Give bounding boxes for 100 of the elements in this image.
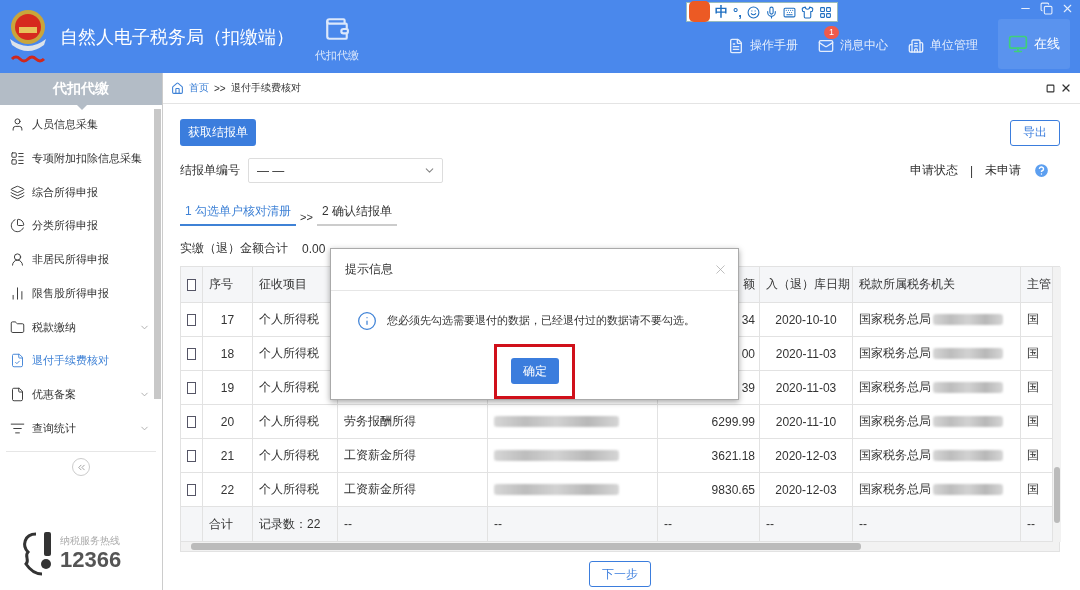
table-cell: 工资薪金所得 <box>338 473 488 507</box>
sidebar-item[interactable]: 人员信息采集 <box>0 108 162 142</box>
table-cell: 21 <box>203 439 253 473</box>
column-header: 主管 <box>1021 267 1053 303</box>
row-checkbox[interactable] <box>187 483 196 496</box>
help-icon[interactable] <box>1033 162 1050 179</box>
field-label: 结报单编号 <box>180 162 240 179</box>
table-cell: 国家税务总局 <box>859 379 931 396</box>
footer-cell: -- <box>338 507 488 542</box>
emoji-icon[interactable] <box>746 5 760 19</box>
table-cell: 6299.99 <box>658 405 760 439</box>
table-cell: 个人所得税 <box>253 473 338 507</box>
sidebar-item[interactable]: 退付手续费核对 <box>0 343 162 378</box>
sidebar-item[interactable]: 分类所得申报 <box>0 209 162 243</box>
table-cell: 9830.65 <box>658 473 760 507</box>
table-cell: 工资薪金所得 <box>338 439 488 473</box>
menu-icon <box>10 252 25 268</box>
table-cell: 2020-11-10 <box>760 405 853 439</box>
pointer-notch-icon <box>77 105 87 110</box>
sidebar-item[interactable]: 综合所得申报 <box>0 175 162 210</box>
step-tab[interactable]: 2 确认结报单 <box>316 203 397 226</box>
blurred-text <box>933 484 1003 495</box>
keyboard-icon[interactable] <box>782 5 796 19</box>
grid-icon[interactable] <box>818 5 832 19</box>
maximize-icon[interactable] <box>1046 83 1055 93</box>
status-separator: | <box>969 163 973 178</box>
table-cell: 国家税务总局 <box>859 481 931 498</box>
confirm-button[interactable]: 确定 <box>510 358 559 385</box>
column-header: 序号 <box>203 267 253 303</box>
table-cell: 国 <box>1021 303 1053 337</box>
column-header: 税款所属税务机关 <box>853 267 1021 303</box>
microphone-icon[interactable] <box>764 5 778 19</box>
row-checkbox[interactable] <box>187 415 196 428</box>
footer-cell: -- <box>1021 507 1053 542</box>
shirt-icon[interactable] <box>800 5 814 19</box>
table-cell: 国 <box>1021 371 1053 405</box>
table-cell: 国家税务总局 <box>859 413 931 430</box>
home-icon <box>171 81 184 95</box>
menu-icon <box>10 218 25 234</box>
scrollbar[interactable] <box>181 542 1059 551</box>
menu-icon <box>10 184 25 200</box>
notification-badge: 1 <box>824 26 839 39</box>
header-link[interactable]: 操作手册 <box>728 26 798 56</box>
scrollbar[interactable] <box>1053 267 1061 542</box>
step-separator: >> <box>300 211 313 225</box>
blurred-text <box>933 416 1003 427</box>
sidebar-item[interactable]: 税款缴纳 <box>0 310 162 344</box>
row-checkbox[interactable] <box>187 313 196 326</box>
blurred-text <box>933 348 1003 359</box>
footer-cell: -- <box>853 507 1021 542</box>
window-title: 自然人电子税务局（扣缴端） <box>60 25 295 49</box>
row-checkbox[interactable] <box>187 347 196 360</box>
restore-icon[interactable] <box>1040 2 1053 15</box>
export-button[interactable]: 导出 <box>1010 119 1060 146</box>
row-checkbox[interactable] <box>187 381 196 394</box>
table-cell: 2020-12-03 <box>760 473 853 507</box>
ime-punctuation[interactable]: °, <box>733 4 742 20</box>
footer-cell: -- <box>658 507 760 542</box>
close-icon[interactable] <box>1060 82 1072 94</box>
status-label: 申请状态 <box>909 162 958 179</box>
footer-cell: -- <box>760 507 853 542</box>
ime-mode[interactable]: 中 <box>715 3 728 21</box>
sidebar-item[interactable]: 专项附加扣除信息采集 <box>0 141 162 176</box>
online-status-button[interactable]: 在线 <box>998 19 1070 69</box>
dialog-title: 提示信息 <box>345 260 393 278</box>
sidebar-item[interactable]: 非居民所得申报 <box>0 242 162 277</box>
mail-icon <box>818 38 834 54</box>
footer-cell: 合计 <box>203 507 253 542</box>
table-cell: 个人所得税 <box>253 439 338 473</box>
footer-cell: 记录数：22 <box>253 507 338 542</box>
next-button[interactable]: 下一步 <box>589 561 651 587</box>
table-cell: 2020-10-10 <box>760 303 853 337</box>
menu-icon <box>10 319 25 335</box>
hotline-number: 12366 <box>60 548 122 572</box>
table-cell: 17 <box>203 303 253 337</box>
status-value: 未申请 <box>985 162 1021 179</box>
header-link[interactable]: 单位管理 <box>908 26 978 56</box>
fetch-button[interactable]: 获取结报单 <box>180 119 256 146</box>
hotline-label: 纳税服务热线 <box>60 534 121 548</box>
row-checkbox[interactable] <box>187 449 196 462</box>
sidebar-item[interactable]: 限售股所得申报 <box>0 276 162 311</box>
report-number-select[interactable]: — — <box>248 158 443 183</box>
menu-icon <box>10 117 25 133</box>
step-tab[interactable]: 1 勾选单户核对清册 <box>180 203 296 226</box>
column-header: 入（退）库日期 <box>760 267 853 303</box>
total-value: 0.00 <box>302 241 326 256</box>
blurred-text <box>933 314 1003 325</box>
info-icon <box>357 310 377 331</box>
header-link[interactable]: 1 消息中心 <box>818 26 888 56</box>
blurred-text <box>933 382 1003 393</box>
scrollbar[interactable] <box>154 109 161 399</box>
sidebar-item[interactable]: 查询统计 <box>0 411 162 446</box>
nav-tab[interactable]: 代扣代缴 <box>307 6 367 73</box>
footer-cell: -- <box>488 507 658 542</box>
sidebar-item[interactable]: 优惠备案 <box>0 377 162 412</box>
blurred-text <box>933 450 1003 461</box>
ime-logo-icon <box>689 0 710 22</box>
table-cell: 劳务报酬所得 <box>338 405 488 439</box>
header-checkbox[interactable] <box>187 278 196 291</box>
breadcrumb-link[interactable]: 首页 <box>189 81 209 95</box>
